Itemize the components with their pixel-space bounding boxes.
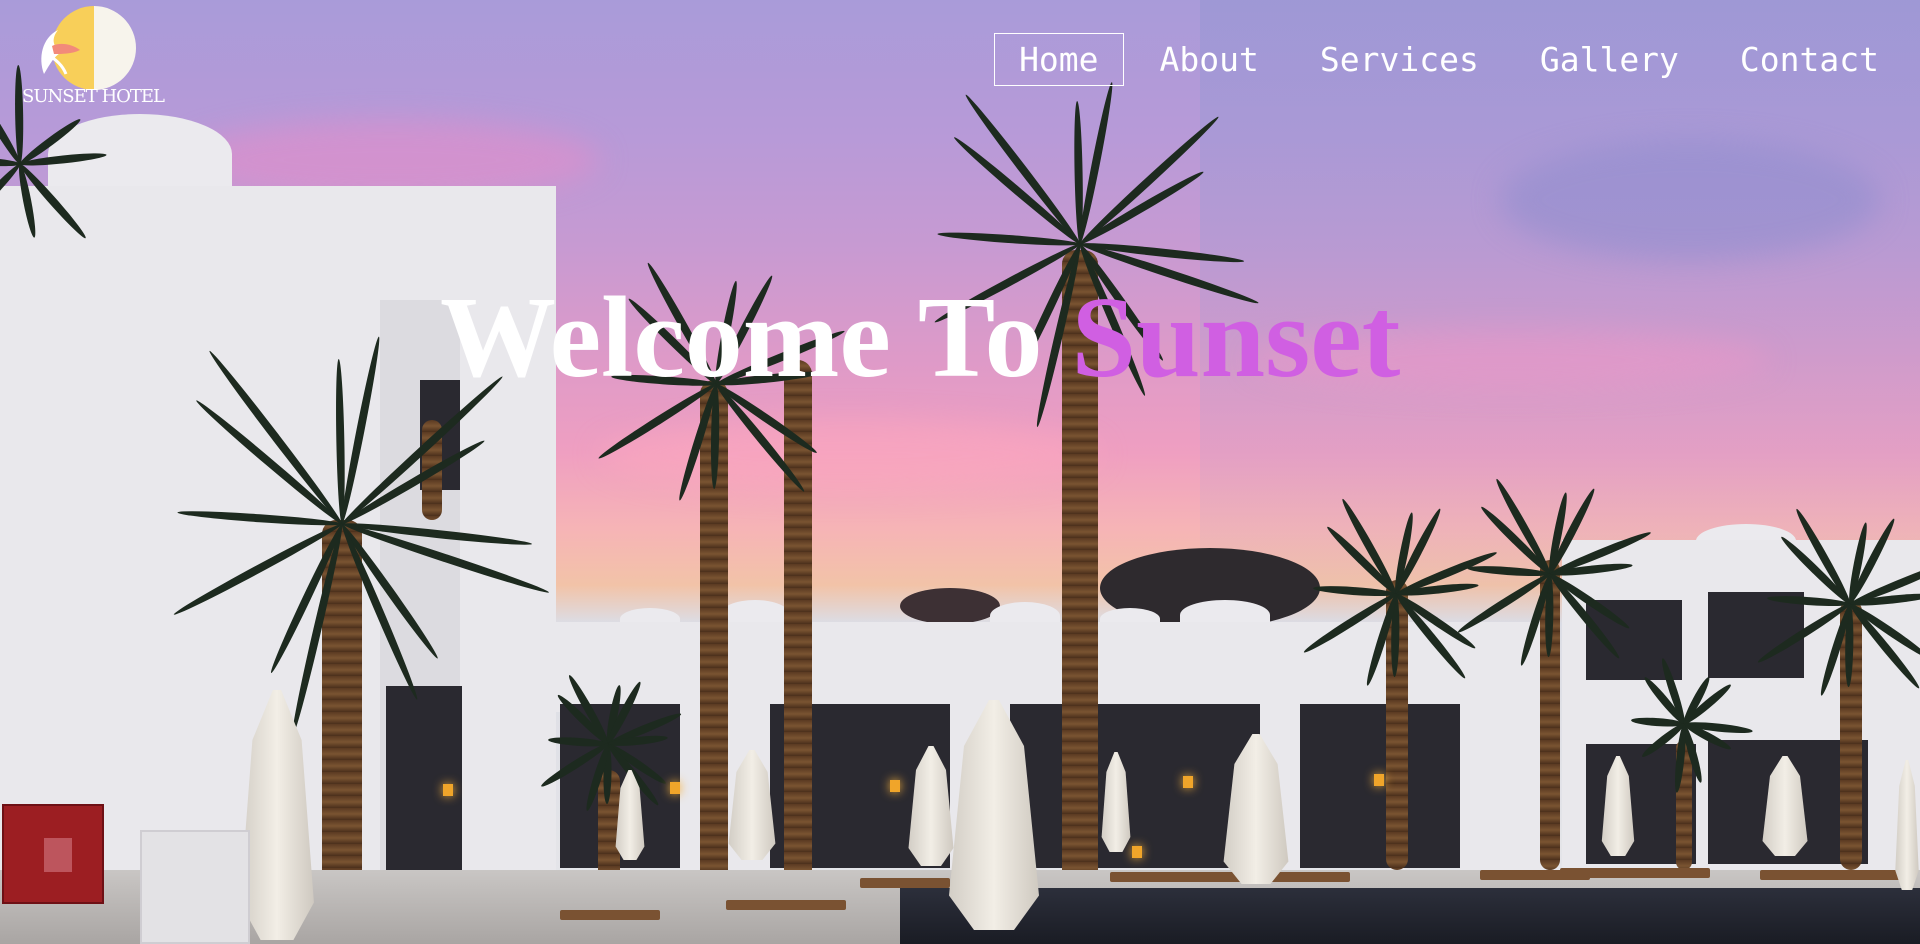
bird-icon [41, 30, 80, 75]
lattice-screen [140, 830, 250, 944]
nav-item-services[interactable]: Services [1295, 33, 1504, 86]
headline-prefix: Welcome To [440, 274, 1043, 402]
palm-frond [951, 134, 1083, 248]
nav-item-home[interactable]: Home [994, 32, 1124, 86]
pool [900, 888, 1920, 944]
nav-item-about[interactable]: About [1135, 33, 1284, 86]
logo-text: SUNSET HOTEL [22, 86, 165, 107]
main-nav: Home About Services Gallery Contact [983, 30, 1904, 88]
hotel-logo[interactable]: SUNSET HOTEL [22, 4, 168, 108]
nav-item-gallery[interactable]: Gallery [1515, 33, 1704, 86]
fire-hose-cabinet [2, 804, 104, 904]
palm-frond [962, 92, 1084, 247]
hero-headline: Welcome To Sunset [440, 268, 1480, 408]
nav-item-contact[interactable]: Contact [1715, 33, 1904, 86]
hero-section: SUNSET HOTEL Home About Services Gallery… [0, 0, 1920, 944]
palm-frond [937, 230, 1081, 248]
headline-accent: Sunset [1071, 274, 1401, 402]
